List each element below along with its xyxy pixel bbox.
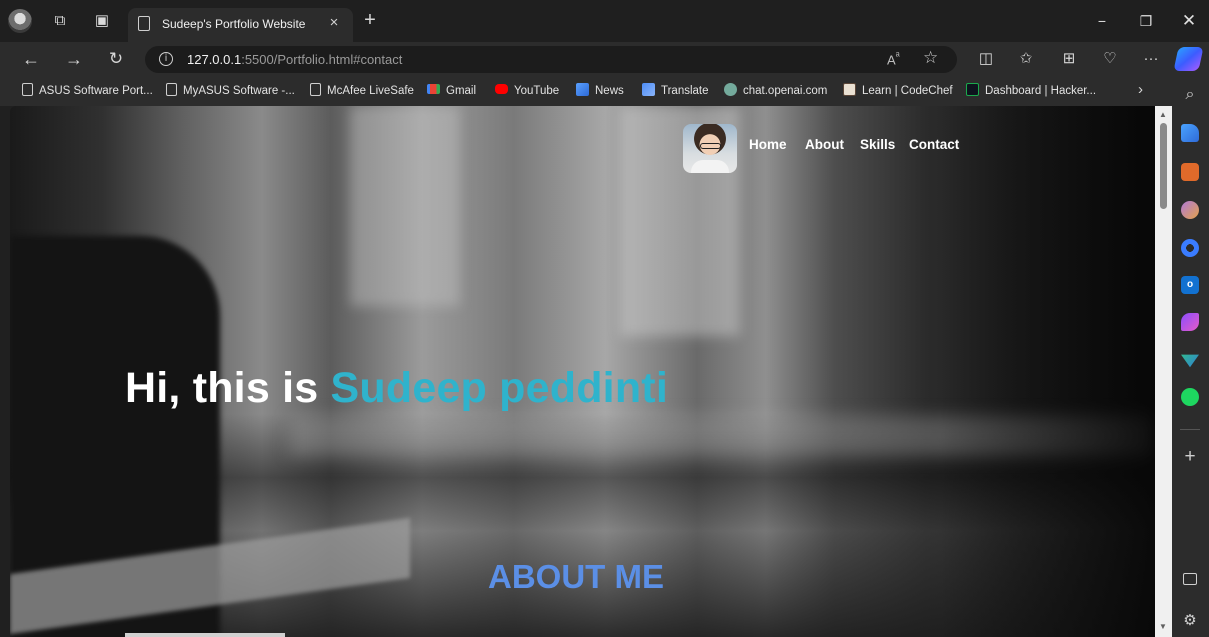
favorites-icon[interactable]: ✩ [1015, 48, 1037, 70]
gear-icon[interactable]: ⚙ [1181, 612, 1199, 630]
chevron-right-icon[interactable]: › [1138, 81, 1143, 98]
split-screen-icon[interactable]: ◫ [975, 48, 997, 70]
page-scrollbar[interactable]: ▲ ▼ [1155, 106, 1172, 637]
close-window-button[interactable]: ✕ [1178, 10, 1200, 32]
bookmark-codechef[interactable]: Learn | CodeChef [843, 83, 953, 99]
reload-button[interactable]: ↻ [104, 47, 128, 71]
address-bar[interactable]: i 127.0.0.1:5500/Portfolio.html#contact … [145, 46, 957, 73]
youtube-icon [495, 84, 508, 94]
page-icon [310, 83, 321, 96]
more-options-icon[interactable]: ··· [1140, 48, 1162, 70]
minimize-button[interactable]: − [1091, 10, 1113, 32]
designer-icon[interactable] [1181, 313, 1199, 331]
bookmark-label: MyASUS Software -... [183, 85, 295, 97]
page-icon [22, 83, 33, 96]
bookmark-label: Dashboard | Hacker... [985, 85, 1097, 97]
workspaces-icon[interactable]: ⧉ [50, 11, 70, 31]
bookmark-label: Gmail [446, 85, 477, 97]
bookmark-label: ASUS Software Port... [39, 85, 153, 97]
bookmark-hackerrank[interactable]: Dashboard | Hacker... [966, 83, 1096, 99]
codechef-icon [843, 83, 856, 96]
bookmark-asus-software[interactable]: ASUS Software Port... [22, 83, 153, 99]
bookmark-label: News [595, 85, 624, 97]
site-info-icon[interactable]: i [159, 52, 173, 66]
hero-heading: Hi, this is Sudeep peddinti [125, 364, 668, 413]
bookmark-news[interactable]: News [576, 83, 624, 99]
nav-contact-link[interactable]: Contact [909, 137, 959, 152]
spotify-icon[interactable] [1181, 388, 1199, 406]
avatar-shirt [691, 160, 729, 173]
browser-tab-active[interactable]: Sudeep's Portfolio Website × [128, 8, 353, 42]
restore-button[interactable]: ❐ [1135, 10, 1157, 32]
tab-actions-icon[interactable]: ▣ [92, 11, 112, 31]
bookmark-label: chat.openai.com [743, 85, 828, 97]
progress-strip [125, 633, 285, 637]
bookmark-translate[interactable]: Translate [642, 83, 709, 99]
outlook-icon[interactable]: o [1181, 276, 1199, 294]
drop-icon[interactable] [1181, 354, 1199, 368]
hero-greeting: Hi, this is [125, 364, 319, 412]
url-text[interactable]: 127.0.0.1:5500/Portfolio.html#contact [187, 52, 402, 67]
url-path: :5500/Portfolio.html#contact [241, 52, 403, 67]
bookmark-label: YouTube [514, 85, 560, 97]
copilot-sidebar-icon[interactable] [1181, 239, 1199, 257]
bookmark-label: Learn | CodeChef [862, 85, 953, 97]
tab-title: Sudeep's Portfolio Website [162, 17, 306, 31]
background-photo [350, 106, 460, 306]
profile-avatar-icon[interactable] [8, 9, 32, 33]
nav-home-link[interactable]: Home [749, 137, 787, 152]
hide-sidebar-icon[interactable] [1183, 573, 1197, 585]
new-tab-icon[interactable]: + [360, 10, 380, 30]
translate-icon [642, 83, 655, 96]
page-icon [166, 83, 177, 96]
edge-sidebar: ⌕ o + ⚙ [1172, 76, 1209, 637]
bookmark-youtube[interactable]: YouTube [495, 83, 559, 99]
news-icon [576, 83, 589, 96]
about-heading: ABOUT ME [488, 558, 664, 595]
nav-skills-link[interactable]: Skills [860, 137, 895, 152]
sidebar-divider [1180, 429, 1200, 430]
nav-about-link[interactable]: About [805, 137, 844, 152]
url-host: 127.0.0.1 [187, 52, 242, 67]
gmail-icon [427, 84, 440, 94]
toolbar: ← → ↻ i 127.0.0.1:5500/Portfolio.html#co… [0, 42, 1209, 76]
bookmark-label: McAfee LiveSafe [327, 85, 414, 97]
tab-close-icon[interactable]: × [325, 14, 343, 32]
hero-name: Sudeep peddinti [330, 364, 668, 412]
scroll-down-icon[interactable]: ▼ [1159, 622, 1167, 631]
openai-icon [724, 83, 737, 96]
forward-button[interactable]: → [62, 47, 86, 71]
shopping-tag-icon[interactable] [1181, 124, 1199, 142]
page-icon [138, 16, 150, 31]
search-icon[interactable]: ⌕ [1181, 86, 1199, 104]
bookmark-myasus[interactable]: MyASUS Software -... [166, 83, 295, 99]
copilot-icon[interactable] [1173, 47, 1204, 71]
background-photo [940, 106, 1155, 637]
hackerrank-icon [966, 83, 979, 96]
read-aloud-icon[interactable]: Aᵃ [887, 50, 900, 67]
bookmarks-bar: ASUS Software Port... MyASUS Software -.… [0, 76, 1209, 106]
collections-icon[interactable]: ⊞ [1058, 48, 1080, 70]
scroll-thumb[interactable] [1160, 123, 1167, 209]
add-icon[interactable]: + [1181, 447, 1199, 466]
scroll-up-icon[interactable]: ▲ [1159, 110, 1167, 119]
title-bar: ⧉ ▣ Sudeep's Portfolio Website × + − ❐ ✕ [0, 0, 1209, 42]
avatar [683, 124, 737, 173]
bookmark-mcafee[interactable]: McAfee LiveSafe [310, 83, 414, 99]
back-button[interactable]: ← [19, 47, 43, 71]
bookmark-openai[interactable]: chat.openai.com [724, 83, 827, 99]
avatar-glasses [700, 143, 721, 149]
games-icon[interactable] [1181, 201, 1199, 219]
page-viewport: Home About Skills Contact Hi, this is Su… [10, 106, 1155, 637]
bookmark-gmail[interactable]: Gmail [427, 83, 476, 99]
toolbox-icon[interactable] [1181, 163, 1199, 181]
add-favorite-star-icon[interactable]: ☆ [923, 48, 938, 68]
browser-essentials-icon[interactable]: ♡ [1099, 48, 1121, 70]
bookmark-label: Translate [661, 85, 709, 97]
